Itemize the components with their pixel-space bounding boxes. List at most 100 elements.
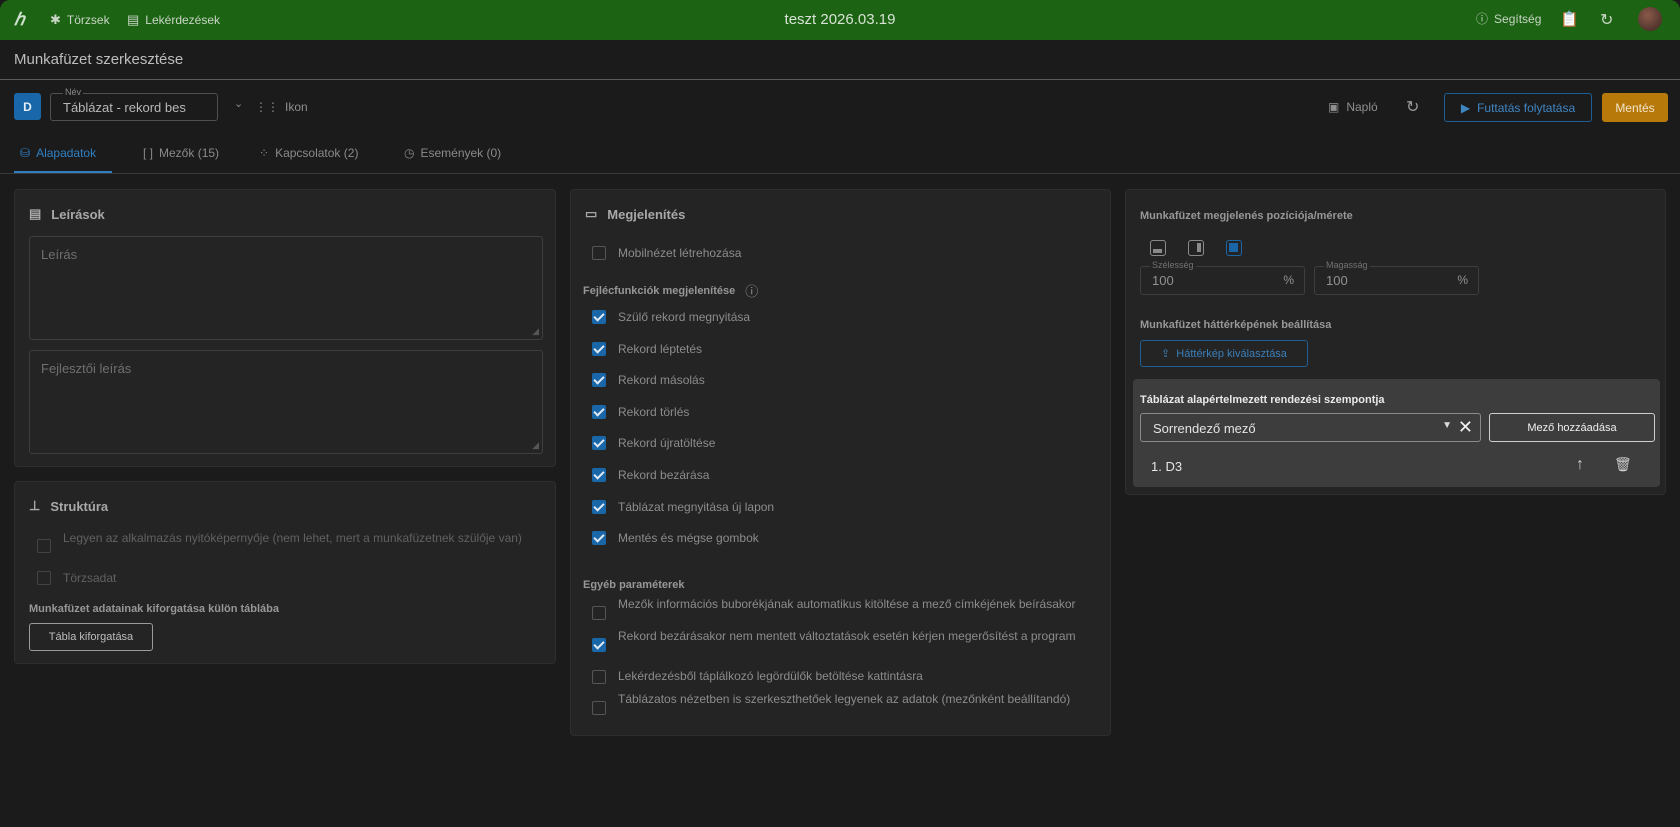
workbook-name-field[interactable]: Név Táblázat - rekord bes [50, 87, 218, 121]
display-header: ▭ Megjelenítés [585, 206, 685, 222]
mobile-view-label: Mobilnézet létrehozása [618, 246, 742, 260]
other-checkbox-0[interactable] [592, 606, 606, 620]
nav-lekerdezesek[interactable]: ▤ Lekérdezések [127, 12, 220, 28]
master-data-label: Törzsadat [63, 571, 117, 585]
hf-checkbox-0[interactable] [592, 310, 606, 324]
reload-icon[interactable]: ↻ [1406, 97, 1419, 117]
workbook-badge[interactable]: D [14, 93, 41, 120]
width-unit: % [1283, 273, 1294, 287]
avatar[interactable] [1638, 7, 1662, 31]
tab-mezok[interactable]: [ ] Mezők (15) [143, 146, 219, 160]
structure-header: ⊥ Struktúra [29, 498, 108, 514]
name-field-value: Táblázat - rekord bes [63, 100, 186, 115]
database-icon: ⛁ [20, 146, 31, 160]
header-functions-label: Fejlécfunkciók megjelenítése [583, 284, 736, 297]
hf-checkbox-4[interactable] [592, 436, 606, 450]
help-link[interactable]: ⓘ Segítség [1476, 10, 1541, 27]
hf-checkbox-1[interactable] [592, 342, 606, 356]
home-screen-checkbox[interactable] [37, 539, 51, 553]
nav-lekerdezesek-label: Lekérdezések [145, 13, 221, 27]
hf-checkbox-7[interactable] [592, 531, 606, 545]
tab-label: Alapadatok [36, 146, 97, 160]
mobile-view-checkbox[interactable] [592, 246, 606, 260]
home-screen-label: Legyen az alkalmazás nyitóképernyője (ne… [63, 531, 522, 545]
other-label-2: Lekérdezésből táplálkozó legördülők betö… [618, 669, 923, 683]
background-select-button[interactable]: ⇪ Háttérkép kiválasztása [1140, 340, 1308, 367]
dropdown-arrow-icon[interactable]: ▼ [1442, 420, 1452, 431]
document-icon: ▤ [127, 12, 140, 27]
run-label: Futtatás folytatása [1477, 100, 1576, 115]
page-header: Munkafüzet szerkesztése [0, 40, 1680, 80]
height-field[interactable]: Magasság 100 % [1314, 260, 1479, 295]
notes-icon: ▤ [29, 206, 42, 221]
resize-grip-icon[interactable]: ◢ [532, 326, 539, 337]
tab-esemenyek[interactable]: ◷ Események (0) [404, 146, 501, 160]
hf-checkbox-2[interactable] [592, 373, 606, 387]
tab-label: Mezők (15) [159, 146, 220, 160]
hf-label-1: Rekord léptetés [618, 342, 703, 356]
hf-label-7: Mentés és mégse gombok [618, 531, 759, 545]
sort-field-select[interactable]: Sorrendező mező ▼ ✕ [1140, 413, 1481, 442]
width-value: 100 [1152, 273, 1174, 288]
chevron-down-icon[interactable]: ⌄ [234, 97, 243, 110]
other-params-title: Egyéb paraméterek [583, 579, 685, 591]
hf-label-3: Rekord törlés [618, 405, 690, 419]
workbook-toolbar: D Név Táblázat - rekord bes ⌄ ⋮⋮ Ikon ▣ … [0, 80, 1680, 135]
help-label: Segítség [1494, 11, 1542, 26]
position-full-icon[interactable] [1226, 240, 1242, 256]
sort-select-value: Sorrendező mező [1153, 421, 1256, 436]
tab-kapcsolatok[interactable]: ⁘ Kapcsolatok (2) [259, 146, 358, 160]
descriptions-panel: ▤ Leírások Leírás ◢ Fejlesztői leírás ◢ [14, 189, 556, 467]
hierarchy-icon: ⊥ [29, 498, 41, 513]
hf-checkbox-3[interactable] [592, 405, 606, 419]
other-label-3: Táblázatos nézetben is szerkeszthetőek l… [618, 692, 1071, 706]
dev-description-placeholder: Fejlesztői leírás [41, 361, 132, 376]
other-checkbox-2[interactable] [592, 670, 606, 684]
icon-picker[interactable]: ⋮⋮ Ikon [255, 100, 308, 114]
help-icon[interactable]: ⓘ [745, 281, 758, 300]
position-side-icon[interactable] [1188, 240, 1204, 256]
description-placeholder: Leírás [41, 247, 78, 262]
log-button[interactable]: ▣ Napló [1328, 100, 1378, 114]
pivot-table-button[interactable]: Tábla kiforgatása [29, 623, 153, 651]
display-title: Megjelenítés [607, 206, 686, 222]
description-textarea[interactable]: Leírás ◢ [29, 236, 543, 340]
height-value: 100 [1326, 273, 1348, 288]
tab-alapadatok[interactable]: ⛁ Alapadatok [20, 146, 96, 160]
resize-grip-icon[interactable]: ◢ [532, 440, 539, 451]
help-bubble-icon: ⓘ [1476, 12, 1489, 26]
width-field[interactable]: Szélesség 100 % [1140, 260, 1305, 295]
refresh-icon[interactable]: ↻ [1600, 10, 1613, 30]
structure-title: Struktúra [50, 498, 109, 514]
display-panel: ▭ Megjelenítés Mobilnézet létrehozása Fe… [570, 189, 1111, 736]
hf-checkbox-6[interactable] [592, 500, 606, 514]
arrow-up-icon[interactable]: ↑ [1576, 456, 1584, 474]
height-unit: % [1457, 273, 1468, 287]
trash-icon[interactable]: 🗑 [1614, 456, 1632, 473]
tab-label: Kapcsolatok (2) [275, 146, 359, 160]
position-bottom-icon[interactable] [1150, 240, 1166, 256]
log-label: Napló [1346, 100, 1378, 114]
log-icon: ▣ [1328, 100, 1340, 114]
sort-item: 1. D3 [1151, 459, 1183, 474]
other-checkbox-3[interactable] [592, 701, 606, 715]
run-continue-button[interactable]: ▶ Futtatás folytatása [1444, 93, 1592, 122]
background-title: Munkafüzet háttérképének beállítása [1140, 319, 1332, 331]
nav-torzsek[interactable]: ✱ Törzsek [50, 12, 110, 28]
add-field-button[interactable]: Mező hozzáadása [1489, 413, 1655, 442]
dev-description-textarea[interactable]: Fejlesztői leírás ◢ [29, 350, 543, 454]
hf-label-5: Rekord bezárása [618, 468, 710, 482]
clear-icon[interactable]: ✕ [1458, 417, 1473, 438]
hf-checkbox-5[interactable] [592, 468, 606, 482]
clipboard-search-icon[interactable]: 📋 [1560, 10, 1579, 28]
tab-label: Események (0) [420, 146, 502, 160]
other-label-1: Rekord bezárásakor nem mentett változtat… [618, 629, 1076, 643]
master-data-checkbox[interactable] [37, 571, 51, 585]
structure-panel: ⊥ Struktúra Legyen az alkalmazás nyitóké… [14, 481, 556, 664]
hf-label-0: Szülő rekord megnyitása [618, 310, 751, 324]
other-checkbox-1[interactable] [592, 638, 606, 652]
fields-icon: [ ] [143, 146, 154, 160]
save-button[interactable]: Mentés [1602, 93, 1668, 122]
top-bar: ℎ ✱ Törzsek ▤ Lekérdezések teszt 2026.03… [0, 0, 1680, 40]
app-logo-icon[interactable]: ℎ [14, 10, 34, 30]
